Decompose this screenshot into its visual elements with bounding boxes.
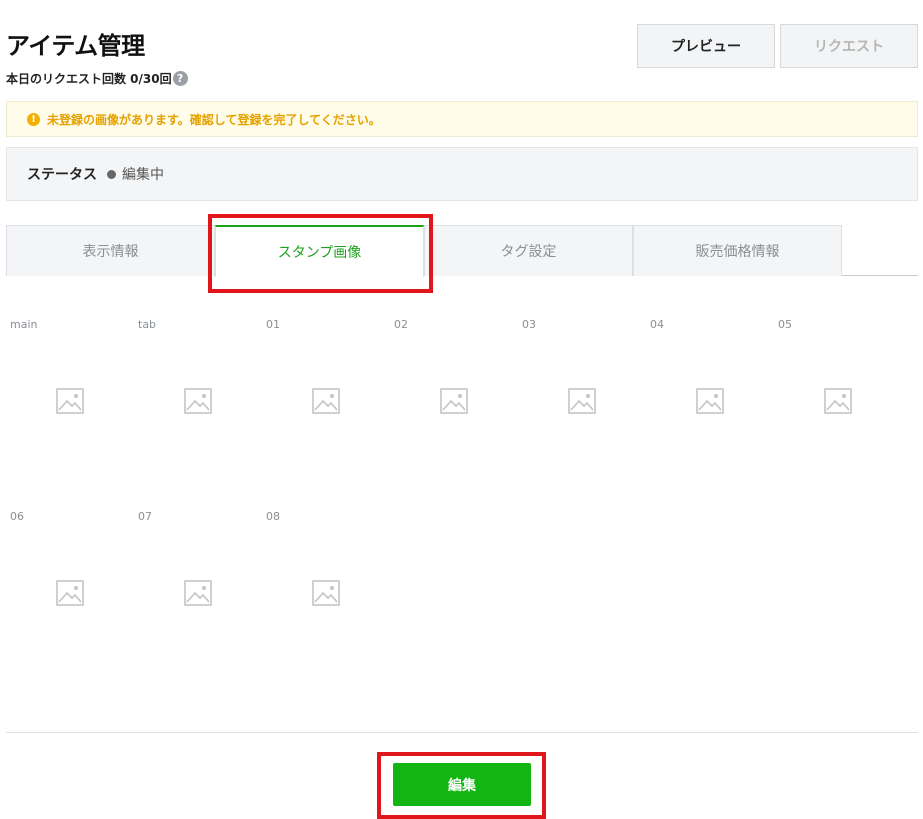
image-placeholder-icon [184, 580, 212, 606]
tab-bar: 表示情報 スタンプ画像 タグ設定 販売価格情報 [6, 225, 918, 277]
stamp-slot-tab[interactable]: tab [134, 318, 262, 510]
stamp-slot-label: 03 [522, 318, 536, 331]
stamp-slot-label: tab [138, 318, 157, 331]
stamp-slot-02[interactable]: 02 [390, 318, 518, 510]
tab-price-info[interactable]: 販売価格情報 [633, 225, 842, 276]
image-placeholder-icon [56, 580, 84, 606]
image-placeholder-icon [568, 388, 596, 414]
stamp-slot-label: 08 [266, 510, 280, 523]
status-label: ステータス [27, 167, 97, 183]
status-value: 編集中 [122, 167, 164, 183]
stamp-slot-03[interactable]: 03 [518, 318, 646, 510]
stamp-slot-label: 07 [138, 510, 152, 523]
status-dot-icon [107, 169, 116, 179]
stamp-slot-label: 06 [10, 510, 24, 523]
tab-highlight-box [208, 214, 433, 293]
stamp-slot-label: 02 [394, 318, 408, 331]
stamp-slot-04[interactable]: 04 [646, 318, 774, 510]
stamp-slot-label: 05 [778, 318, 792, 331]
image-placeholder-icon [56, 388, 84, 414]
image-placeholder-icon [184, 388, 212, 414]
notice-text: 未登録の画像があります。確認して登録を完了してください。 [47, 112, 381, 127]
stamp-slot-07[interactable]: 07 [134, 510, 262, 702]
tab-tag-settings[interactable]: タグ設定 [424, 225, 633, 276]
image-placeholder-icon [312, 580, 340, 606]
stamp-slot-01[interactable]: 01 [262, 318, 390, 510]
stamp-slot-06[interactable]: 06 [6, 510, 134, 702]
preview-button[interactable]: プレビュー [637, 24, 775, 68]
image-placeholder-icon [312, 388, 340, 414]
image-placeholder-icon [440, 388, 468, 414]
image-placeholder-icon [696, 388, 724, 414]
image-placeholder-icon [824, 388, 852, 414]
request-button[interactable]: リクエスト [780, 24, 918, 68]
stamp-slot-05[interactable]: 05 [774, 318, 902, 510]
page-title: アイテム管理 [6, 32, 145, 60]
request-count: 本日のリクエスト回数 0/30回 ? [6, 70, 188, 87]
stamp-slot-08[interactable]: 08 [262, 510, 390, 702]
footer-divider [6, 732, 918, 733]
edit-highlight-box [377, 752, 546, 819]
warning-icon: ! [27, 112, 40, 126]
stamp-slot-label: 01 [266, 318, 280, 331]
notice-banner: ! 未登録の画像があります。確認して登録を完了してください。 [6, 101, 918, 137]
status-box: ステータス 編集中 [6, 147, 918, 201]
stamp-slot-label: main [10, 318, 38, 331]
help-icon[interactable]: ? [172, 71, 188, 86]
stamp-slot-main[interactable]: main [6, 318, 134, 510]
request-count-text: 本日のリクエスト回数 0/30回 [6, 72, 172, 86]
stamp-slot-label: 04 [650, 318, 664, 331]
tab-display-info[interactable]: 表示情報 [6, 225, 215, 276]
